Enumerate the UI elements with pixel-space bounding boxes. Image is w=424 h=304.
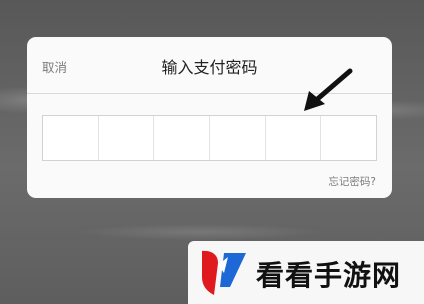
forgot-password-link[interactable]: 忘记密码? — [328, 174, 376, 189]
pin-cell[interactable] — [154, 116, 211, 160]
kk-logo-icon — [202, 250, 246, 295]
pin-cell[interactable] — [266, 116, 322, 160]
password-input[interactable] — [42, 115, 377, 161]
pin-cell[interactable] — [43, 116, 99, 160]
watermark-text: 看看手游网 — [256, 259, 402, 292]
pointer-arrow-icon — [304, 68, 353, 111]
watermark: 看看手游网 — [188, 241, 424, 304]
pin-cell[interactable] — [99, 116, 155, 160]
pin-cell[interactable] — [321, 116, 376, 160]
payment-password-dialog: 取消 输入支付密码 忘记密码? — [27, 37, 392, 198]
pin-cell[interactable] — [210, 116, 266, 160]
